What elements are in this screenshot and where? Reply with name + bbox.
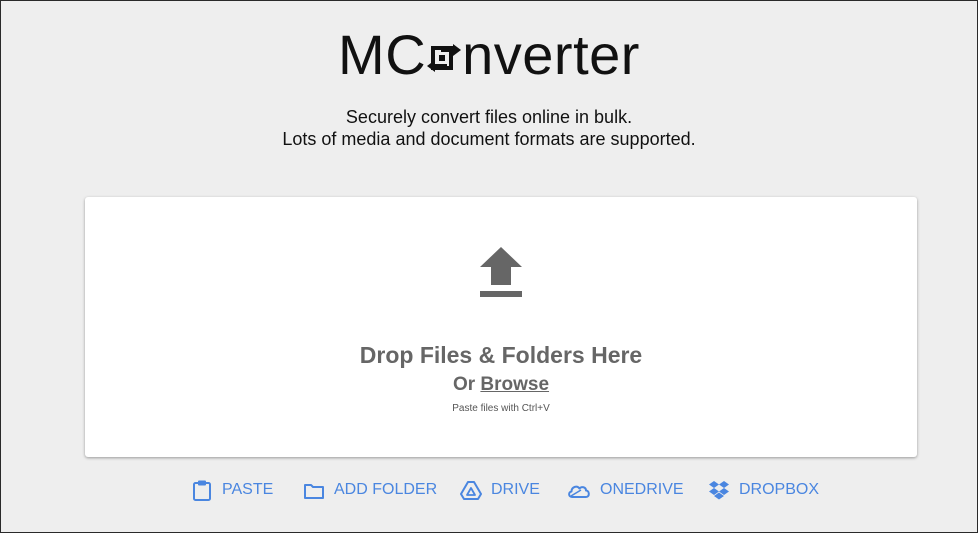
tagline-line-2: Lots of media and document formats are s… [282, 129, 696, 149]
file-drop-zone[interactable]: Drop Files & Folders Here Or Browse Past… [85, 197, 917, 457]
tagline-line-1: Securely convert files online in bulk. [345, 107, 633, 127]
drive-label: DRIVE [491, 481, 540, 498]
dropbox-icon [708, 479, 730, 501]
tagline: Securely convert files online in bulk. L… [1, 106, 977, 150]
browse-link[interactable]: Browse [480, 374, 549, 395]
app-logo: MC nverter [1, 23, 977, 87]
onedrive-label: ONEDRIVE [600, 481, 684, 498]
paste-button[interactable]: PASTE [191, 477, 273, 503]
onedrive-button[interactable]: ONEDRIVE [567, 477, 684, 503]
source-actions-bar: PASTE ADD FOLDER DRIVE ONEDRIVE DROPBOX [1, 477, 977, 503]
paste-label: PASTE [222, 481, 274, 498]
paste-hint: Paste files with Ctrl+V [452, 403, 550, 414]
folder-icon [303, 479, 325, 501]
google-drive-icon [460, 479, 482, 501]
convert-arrows-icon [427, 38, 462, 78]
add-folder-button[interactable]: ADD FOLDER [303, 477, 437, 503]
drive-button[interactable]: DRIVE [460, 477, 540, 503]
add-folder-label: ADD FOLDER [334, 481, 438, 498]
clipboard-icon [191, 479, 213, 501]
logo-text-prefix: MC [338, 23, 427, 86]
dropbox-label: DROPBOX [739, 481, 820, 498]
dropbox-button[interactable]: DROPBOX [708, 477, 819, 503]
onedrive-icon [567, 479, 591, 501]
drop-title: Drop Files & Folders Here [359, 342, 643, 368]
logo-text-suffix: nverter [462, 23, 640, 86]
upload-icon [480, 247, 522, 297]
or-label: Or [452, 374, 476, 395]
browse-line: Or Browse [85, 373, 917, 397]
